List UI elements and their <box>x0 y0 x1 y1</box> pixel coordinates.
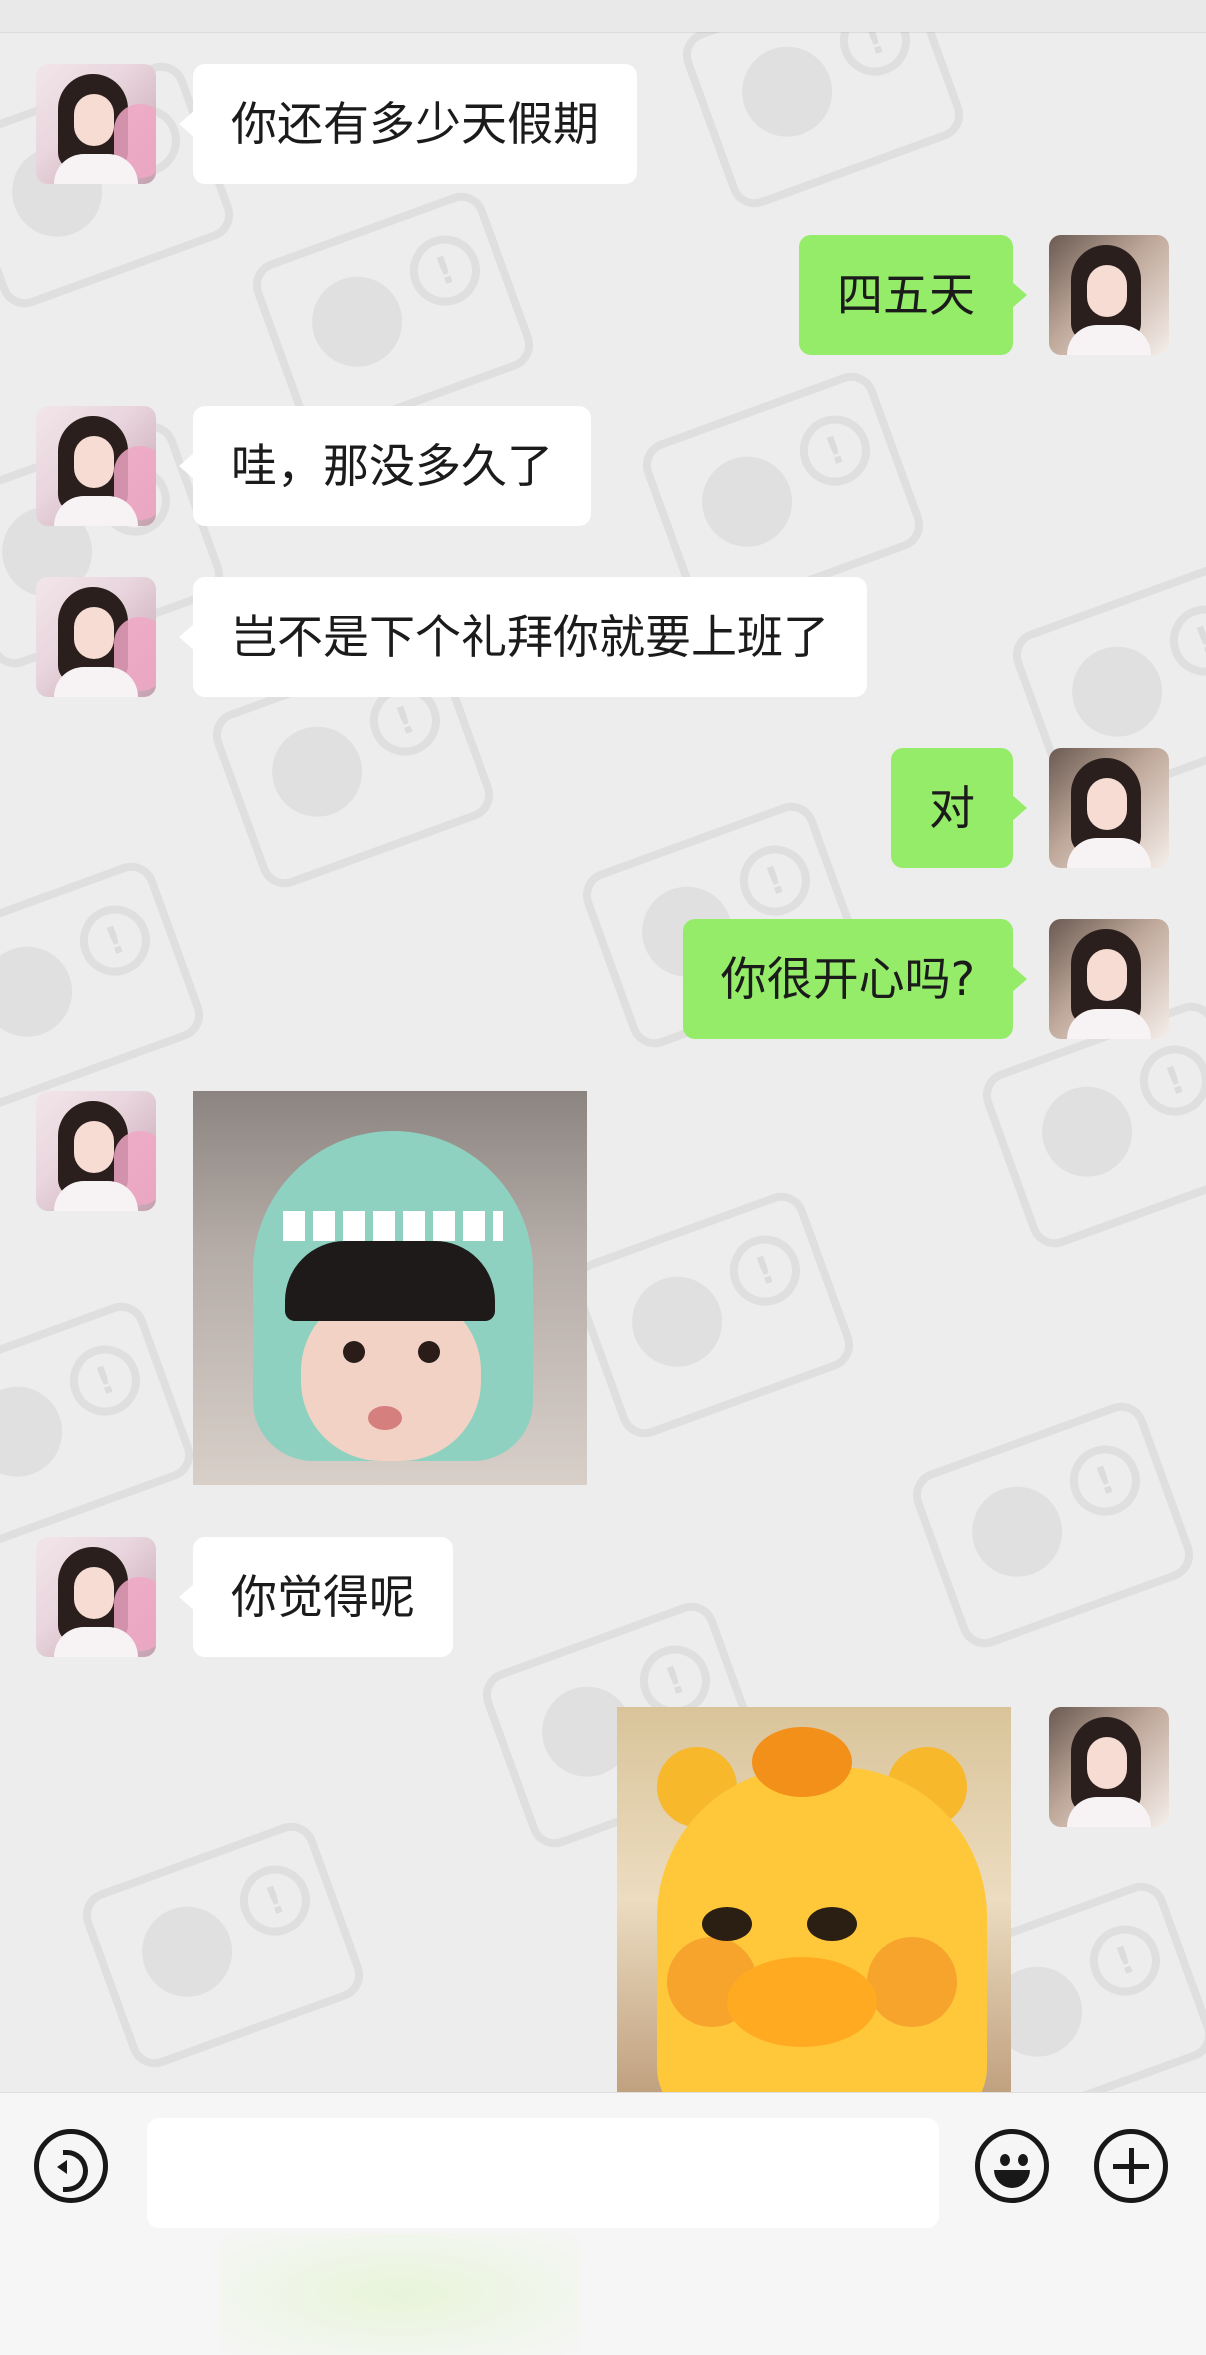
contact-avatar[interactable] <box>36 406 156 526</box>
message-input[interactable] <box>147 2118 939 2228</box>
contact-avatar[interactable] <box>36 577 156 697</box>
my-avatar[interactable] <box>1049 748 1169 868</box>
emoji-icon[interactable] <box>975 2129 1049 2203</box>
my-avatar[interactable] <box>1049 919 1169 1039</box>
outgoing-message-bubble[interactable]: 四五天 <box>799 235 1027 355</box>
my-avatar[interactable] <box>1049 235 1169 355</box>
plus-icon[interactable] <box>1094 2129 1168 2203</box>
outgoing-message-bubble[interactable]: 你很开心吗? <box>682 919 1028 1039</box>
outgoing-message-bubble[interactable]: 对 <box>891 748 1027 868</box>
chat-message-list[interactable]: 你还有多少天假期 四五天 哇，那没多久了 岂不是下个礼拜你就要上班了 对 你很开… <box>0 0 1206 2092</box>
contact-avatar[interactable] <box>36 1537 156 1657</box>
incoming-message-bubble[interactable]: 你觉得呢 <box>179 1537 453 1657</box>
grumpy-bear-sticker[interactable] <box>617 1707 1011 2092</box>
incoming-message-bubble[interactable]: 你还有多少天假期 <box>179 64 637 184</box>
dinosaur-hood-kid-sticker[interactable] <box>193 1091 587 1485</box>
voice-icon[interactable] <box>34 2129 108 2203</box>
input-bar <box>0 2092 1206 2355</box>
incoming-message-bubble[interactable]: 哇，那没多久了 <box>179 406 591 526</box>
home-indicator-area <box>220 2233 580 2355</box>
contact-avatar[interactable] <box>36 1091 156 1211</box>
my-avatar[interactable] <box>1049 1707 1169 1827</box>
incoming-message-bubble[interactable]: 岂不是下个礼拜你就要上班了 <box>179 577 867 697</box>
contact-avatar[interactable] <box>36 64 156 184</box>
